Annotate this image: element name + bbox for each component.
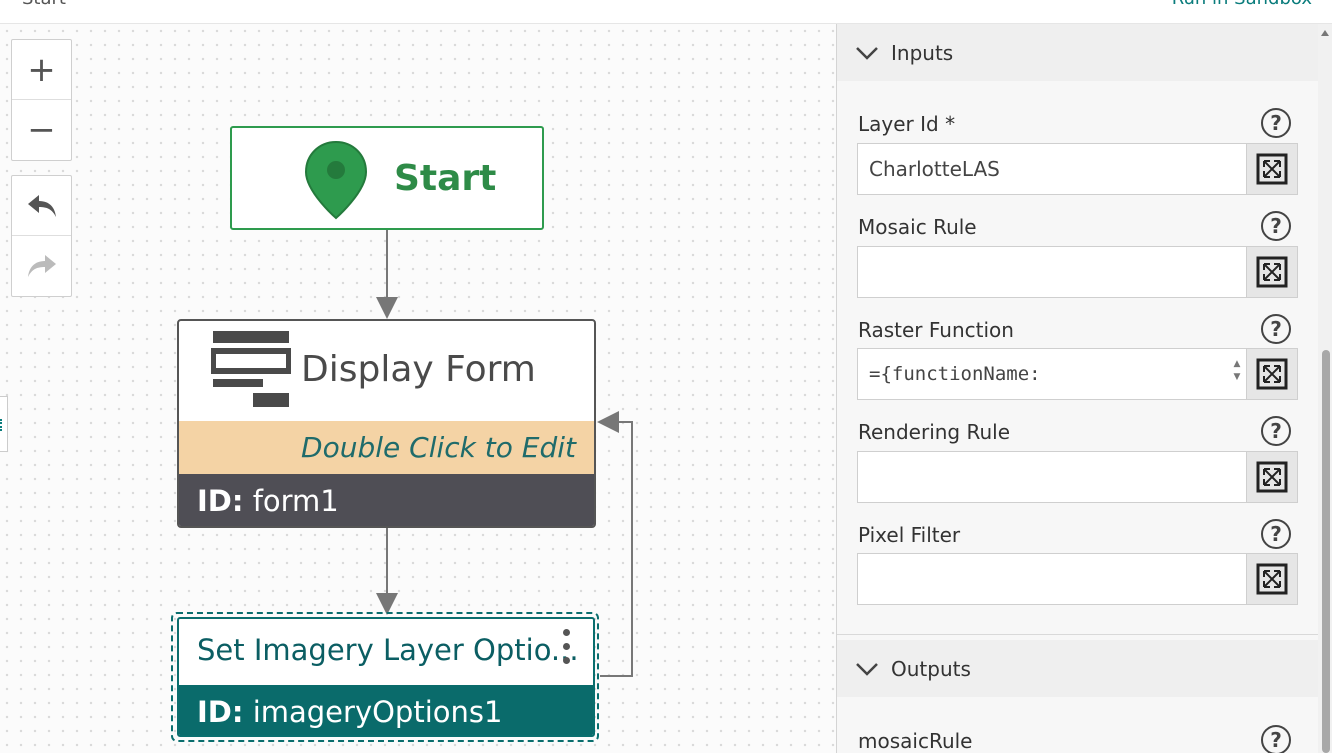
rendering-rule-input[interactable] — [857, 451, 1247, 503]
mosaic-rule-output-label: mosaicRule — [858, 729, 973, 753]
display-form-node[interactable]: Display Form Double Click to Edit ID: fo… — [177, 319, 596, 528]
expand-icon — [1256, 358, 1288, 390]
expand-icon — [1256, 461, 1288, 493]
outputs-label: Outputs — [891, 656, 971, 681]
imagery-id-value: imageryOptions1 — [252, 695, 503, 729]
inputs-section-header[interactable]: Inputs — [837, 24, 1319, 81]
mosaic-rule-label: Mosaic Rule — [858, 215, 977, 239]
set-imagery-title: Set Imagery Layer Optio... — [197, 633, 579, 667]
expression-picker-button[interactable] — [1246, 451, 1298, 503]
map-pin-icon — [304, 140, 368, 220]
section-divider — [837, 634, 1319, 635]
scrollbar-thumb[interactable] — [1322, 350, 1330, 753]
imagery-id-bar: ID: imageryOptions1 — [179, 685, 593, 735]
display-form-title: Display Form — [301, 349, 536, 390]
pixel-filter-label: Pixel Filter — [858, 523, 961, 547]
panel-scrollbar[interactable] — [1318, 24, 1332, 753]
textarea-scroll-arrows[interactable]: ▲ ▼ — [1231, 358, 1243, 384]
chevron-down-icon — [855, 41, 879, 65]
inputs-label: Inputs — [891, 40, 954, 65]
scroll-up-icon[interactable] — [1321, 30, 1329, 36]
expression-picker-button[interactable] — [1246, 143, 1298, 195]
form-id-bar: ID: form1 — [179, 474, 594, 526]
help-icon[interactable]: ? — [1261, 211, 1291, 241]
expression-picker-button[interactable] — [1246, 348, 1298, 400]
expression-picker-button[interactable] — [1246, 553, 1298, 605]
layer-id-input[interactable]: CharlotteLAS — [857, 143, 1247, 195]
layer-id-label: Layer Id * — [858, 112, 956, 136]
expand-icon — [1256, 256, 1288, 288]
pixel-filter-input[interactable] — [857, 553, 1247, 605]
rendering-rule-label: Rendering Rule — [858, 420, 1011, 444]
id-label: ID: — [197, 695, 244, 729]
help-icon[interactable]: ? — [1261, 416, 1291, 446]
expand-icon — [1256, 563, 1288, 595]
help-icon[interactable]: ? — [1261, 108, 1291, 138]
start-node[interactable]: Start — [230, 126, 544, 230]
expression-picker-button[interactable] — [1246, 246, 1298, 298]
start-node-title: Start — [394, 158, 497, 199]
edit-hint[interactable]: Double Click to Edit — [179, 421, 594, 474]
help-icon[interactable]: ? — [1261, 519, 1291, 549]
mosaic-rule-input[interactable] — [857, 246, 1247, 298]
id-label: ID: — [197, 484, 244, 518]
properties-panel: Inputs Layer Id * ? CharlotteLAS Mosaic … — [836, 24, 1332, 753]
set-imagery-node[interactable]: Set Imagery Layer Optio... ID: imageryOp… — [177, 617, 595, 737]
raster-function-label: Raster Function — [858, 318, 1014, 342]
expand-icon — [1256, 153, 1288, 185]
node-menu-icon[interactable] — [563, 629, 571, 664]
form-id-value: form1 — [252, 484, 339, 518]
form-icon — [211, 331, 291, 407]
outputs-section-header[interactable]: Outputs — [837, 640, 1319, 697]
run-in-sandbox-link[interactable]: Run in Sandbox — [1172, 0, 1312, 9]
raster-function-input[interactable]: ={functionName: — [857, 348, 1247, 400]
help-icon[interactable]: ? — [1261, 725, 1291, 753]
help-icon[interactable]: ? — [1261, 314, 1291, 344]
chevron-down-icon — [855, 657, 879, 681]
